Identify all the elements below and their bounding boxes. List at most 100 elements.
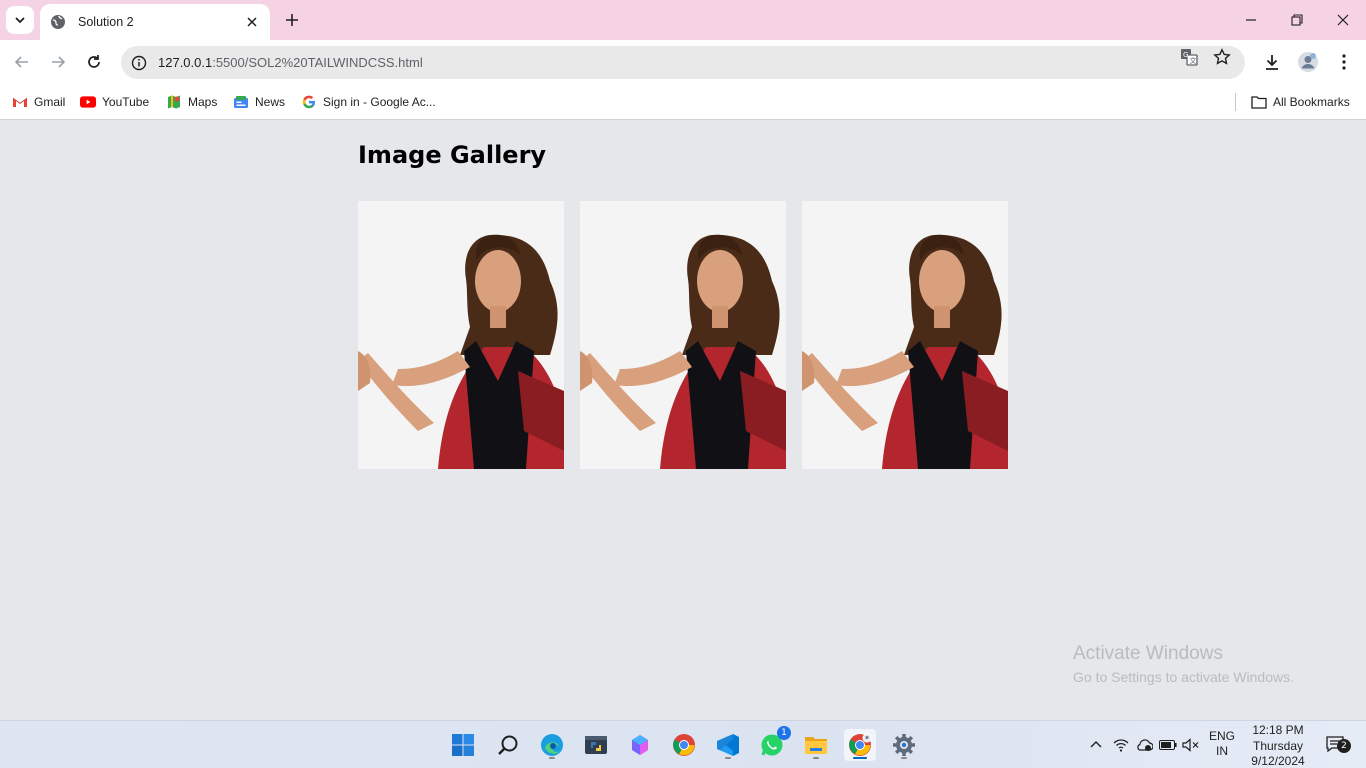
page-content: Image Gallery Activate Windows Go to Set… [0, 121, 1366, 720]
windows-start-icon [452, 734, 474, 756]
restore-button[interactable] [1285, 8, 1309, 32]
site-info-icon[interactable] [130, 54, 148, 72]
running-indicator [549, 757, 555, 759]
svg-text:文: 文 [1190, 56, 1197, 65]
language-indicator[interactable]: ENG IN [1209, 729, 1235, 759]
region-code: IN [1216, 744, 1228, 758]
bookmark-label: News [255, 95, 286, 109]
folder-icon [1251, 94, 1267, 110]
bookmark-star-icon[interactable] [1212, 47, 1232, 67]
chevron-up-icon [1090, 741, 1102, 748]
battery-icon[interactable] [1158, 735, 1178, 755]
close-window-button[interactable] [1331, 8, 1355, 32]
watermark-subtext: Go to Settings to activate Windows. [1073, 669, 1294, 685]
translate-icon[interactable]: G文 [1179, 47, 1199, 67]
chrome-icon [673, 734, 695, 756]
whatsapp-taskbar-button[interactable]: 1 [756, 726, 791, 761]
settings-taskbar-button[interactable] [888, 729, 920, 761]
restore-icon [1291, 14, 1303, 26]
search-icon [498, 735, 518, 755]
address-bar[interactable]: 127.0.0.1:5500/SOL2%20TAILWINDCSS.html [121, 46, 1245, 79]
youtube-icon [80, 94, 96, 110]
news-icon [233, 94, 249, 110]
reload-icon [88, 55, 100, 68]
chrome-profile-taskbar-button[interactable] [844, 729, 876, 761]
download-icon [1266, 55, 1278, 70]
gear-icon [893, 734, 915, 756]
browser-toolbar: 127.0.0.1:5500/SOL2%20TAILWINDCSS.html G… [0, 40, 1366, 85]
new-tab-button[interactable] [280, 8, 304, 32]
chevron-down-icon [15, 17, 25, 24]
google-icon [301, 94, 317, 110]
arrow-right-icon [52, 56, 66, 68]
watermark-heading: Activate Windows [1073, 643, 1223, 664]
avatar-icon [1298, 52, 1318, 72]
vscode-icon [717, 734, 739, 756]
chrome-taskbar-button[interactable] [668, 729, 700, 761]
taskbar-search-button[interactable] [492, 729, 524, 761]
bookmark-google-signin[interactable]: Sign in - Google Ac... [301, 92, 436, 112]
notification-center-button[interactable]: 2 [1324, 733, 1351, 755]
bookmark-label: YouTube [102, 95, 150, 109]
profile-avatar[interactable] [1296, 50, 1320, 74]
system-clock[interactable]: 12:18 PM Thursday 9/12/2024 [1240, 723, 1316, 768]
all-bookmarks-label: All Bookmarks [1273, 95, 1350, 109]
bookmark-news[interactable]: News [233, 92, 285, 112]
tab-search-button[interactable] [6, 6, 34, 34]
woman-pointing-photo [358, 201, 564, 469]
gallery-image[interactable] [802, 201, 1008, 469]
all-bookmarks-button[interactable]: All Bookmarks [1251, 92, 1350, 112]
back-button[interactable] [10, 50, 34, 74]
minimize-button[interactable] [1239, 8, 1263, 32]
volume-muted-icon[interactable] [1181, 735, 1201, 755]
python-taskbar-button[interactable] [580, 729, 612, 761]
whatsapp-notification-badge: 1 [777, 726, 791, 740]
running-indicator [813, 757, 819, 759]
edge-taskbar-button[interactable] [536, 729, 568, 761]
show-hidden-icons-button[interactable] [1086, 735, 1106, 755]
gallery-image[interactable] [580, 201, 786, 469]
woman-pointing-photo [802, 201, 1008, 469]
running-indicator [901, 757, 907, 759]
gallery-image[interactable] [358, 201, 564, 469]
close-tab-icon[interactable] [244, 14, 260, 30]
minimize-icon [1246, 19, 1256, 21]
tab-title: Solution 2 [78, 15, 134, 29]
bookmark-label: Sign in - Google Ac... [323, 95, 436, 109]
taskbar: 1 ENG IN 12:18 PM Thursday 9/12/2024 2 [0, 720, 1366, 768]
svg-text:G: G [1183, 51, 1188, 59]
bookmark-maps[interactable]: Maps [166, 92, 217, 112]
bookmark-gmail[interactable]: Gmail [12, 92, 65, 112]
tab-active[interactable]: Solution 2 [40, 4, 270, 40]
bookmark-youtube[interactable]: YouTube [80, 92, 149, 112]
clock-date: 9/12/2024 [1251, 754, 1305, 768]
menu-button[interactable] [1332, 50, 1356, 74]
arrow-left-icon [14, 56, 28, 68]
clock-day: Thursday [1252, 738, 1304, 753]
activation-watermark: Activate Windows Go to Settings to activ… [1073, 643, 1294, 685]
bookmark-label: Maps [188, 95, 218, 109]
language-code: ENG [1209, 729, 1236, 743]
network-icon[interactable] [1111, 735, 1131, 755]
reload-button[interactable] [82, 50, 106, 74]
page-title: Image Gallery [358, 141, 547, 169]
clock-time: 12:18 PM [1252, 723, 1304, 737]
start-button[interactable] [447, 729, 479, 761]
url-host: 127.0.0.1 [158, 55, 213, 70]
cloud-sync-icon[interactable] [1134, 735, 1154, 755]
notification-count-badge: 2 [1337, 739, 1351, 753]
vscode-taskbar-button[interactable] [712, 729, 744, 761]
maps-icon [166, 94, 182, 110]
forward-button[interactable] [46, 50, 70, 74]
copilot-icon [632, 735, 648, 755]
python-window-icon [585, 736, 607, 754]
edge-icon [541, 734, 563, 756]
url-text: 127.0.0.1:5500/SOL2%20TAILWINDCSS.html [158, 55, 423, 70]
file-explorer-taskbar-button[interactable] [800, 729, 832, 761]
plus-icon [286, 14, 298, 26]
copilot-taskbar-button[interactable] [624, 729, 656, 761]
download-button[interactable] [1260, 50, 1284, 74]
chrome-profile-icon [849, 733, 872, 756]
active-indicator [853, 757, 867, 759]
bookmarks-divider [1235, 93, 1236, 111]
